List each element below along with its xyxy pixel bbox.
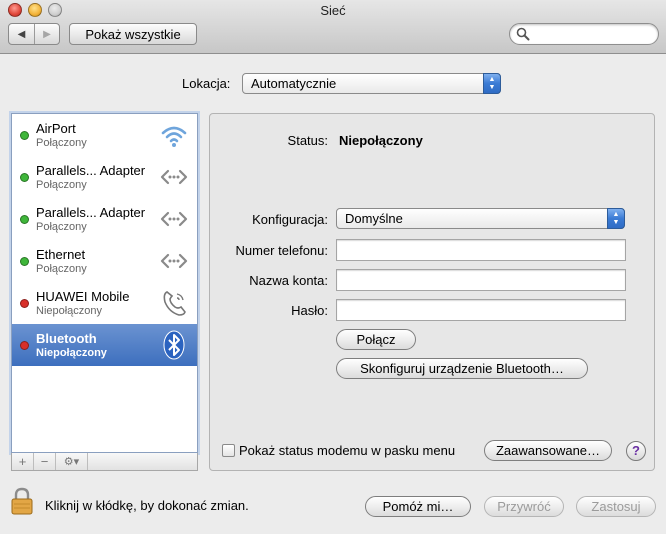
apply-button[interactable]: Zastosuj xyxy=(576,496,656,517)
wifi-icon xyxy=(161,126,187,147)
service-status: Połączony xyxy=(36,221,87,233)
list-item-bluetooth[interactable]: Bluetooth Niepołączony xyxy=(12,324,197,366)
service-status: Połączony xyxy=(36,137,87,149)
status-dot xyxy=(20,257,29,266)
list-item-airport[interactable]: AirPort Połączony xyxy=(12,114,197,156)
assist-me-button[interactable]: Pomóż mi… xyxy=(365,496,471,517)
remove-service-button[interactable]: − xyxy=(34,453,56,470)
bluetooth-icon xyxy=(163,330,185,360)
back-arrow-icon: ◀ xyxy=(17,28,26,40)
phone-number-field[interactable] xyxy=(336,239,626,261)
status-dot xyxy=(20,215,29,224)
back-button[interactable]: ◀ xyxy=(9,24,34,44)
status-dot xyxy=(20,131,29,140)
advanced-button[interactable]: Zaawansowane… xyxy=(484,440,612,461)
lock-message: Kliknij w kłódkę, by dokonać zmian. xyxy=(45,498,249,513)
service-list: AirPort Połączony Parallels... Adapter P… xyxy=(11,113,198,453)
ethernet-icon xyxy=(160,211,188,227)
ethernet-icon xyxy=(160,253,188,269)
service-name: Parallels... Adapter xyxy=(36,205,146,220)
forward-button[interactable]: ▶ xyxy=(33,24,59,44)
status-label: Status: xyxy=(287,133,328,148)
service-name: Parallels... Adapter xyxy=(36,163,146,178)
gear-menu-button[interactable]: ⚙▾ xyxy=(56,453,88,470)
status-dot xyxy=(20,341,29,350)
popup-arrows-icon: ▲ ▼ xyxy=(483,73,501,94)
configuration-label: Konfiguracja: xyxy=(252,212,328,227)
account-name-field[interactable] xyxy=(336,269,626,291)
account-name-label: Nazwa konta: xyxy=(249,273,328,288)
service-status: Niepołączony xyxy=(36,347,107,359)
add-service-button[interactable]: + xyxy=(12,453,34,470)
configuration-value: Domyślne xyxy=(345,211,403,226)
forward-arrow-icon: ▶ xyxy=(43,28,51,40)
popup-arrows-icon: ▲ ▼ xyxy=(607,208,625,229)
phone-icon xyxy=(163,291,186,316)
list-item-parallels-adapter-1[interactable]: Parallels... Adapter Połączony xyxy=(12,156,197,198)
service-name: AirPort xyxy=(36,121,76,136)
list-item-huawei-mobile[interactable]: HUAWEI Mobile Niepołączony xyxy=(12,282,197,324)
show-modem-status-checkbox[interactable] xyxy=(222,444,235,457)
location-label: Lokacja: xyxy=(182,76,231,91)
service-detail-panel xyxy=(209,113,655,471)
service-status: Połączony xyxy=(36,263,87,275)
back-forward-control: ◀ ▶ xyxy=(8,23,60,45)
help-button[interactable]: ? xyxy=(626,441,646,461)
network-preferences-window: Sieć ◀ ▶ Pokaż wszystkie Lokacja: Automa… xyxy=(0,0,666,534)
service-name: HUAWEI Mobile xyxy=(36,289,130,304)
configuration-popup[interactable]: Domyślne ▲ ▼ xyxy=(336,208,625,229)
status-dot xyxy=(20,299,29,308)
connect-button[interactable]: Połącz xyxy=(336,329,416,350)
location-value: Automatycznie xyxy=(251,76,337,91)
window-title: Sieć xyxy=(320,3,346,18)
location-popup[interactable]: Automatycznie ▲ ▼ xyxy=(242,73,501,94)
search-icon xyxy=(516,27,530,41)
service-status: Połączony xyxy=(36,179,87,191)
revert-button[interactable]: Przywróć xyxy=(484,496,564,517)
phone-number-label: Numer telefonu: xyxy=(235,243,329,258)
title-toolbar: Sieć ◀ ▶ Pokaż wszystkie xyxy=(0,0,666,54)
password-label: Hasło: xyxy=(291,303,328,318)
status-value: Niepołączony xyxy=(339,133,423,148)
service-status: Niepołączony xyxy=(36,305,103,317)
configure-bluetooth-button[interactable]: Skonfiguruj urządzenie Bluetooth… xyxy=(336,358,588,379)
show-modem-status-label: Pokaż status modemu w pasku menu xyxy=(239,443,456,458)
status-dot xyxy=(20,173,29,182)
list-item-ethernet[interactable]: Ethernet Połączony xyxy=(12,240,197,282)
show-all-button[interactable]: Pokaż wszystkie xyxy=(69,23,197,45)
ethernet-icon xyxy=(160,169,188,185)
service-name: Bluetooth xyxy=(36,331,97,346)
list-item-parallels-adapter-2[interactable]: Parallels... Adapter Połączony xyxy=(12,198,197,240)
search-field[interactable] xyxy=(509,23,659,45)
lock-icon[interactable] xyxy=(11,487,33,515)
service-name: Ethernet xyxy=(36,247,86,262)
service-list-toolbar: + − ⚙▾ xyxy=(11,453,198,471)
password-field[interactable] xyxy=(336,299,626,321)
